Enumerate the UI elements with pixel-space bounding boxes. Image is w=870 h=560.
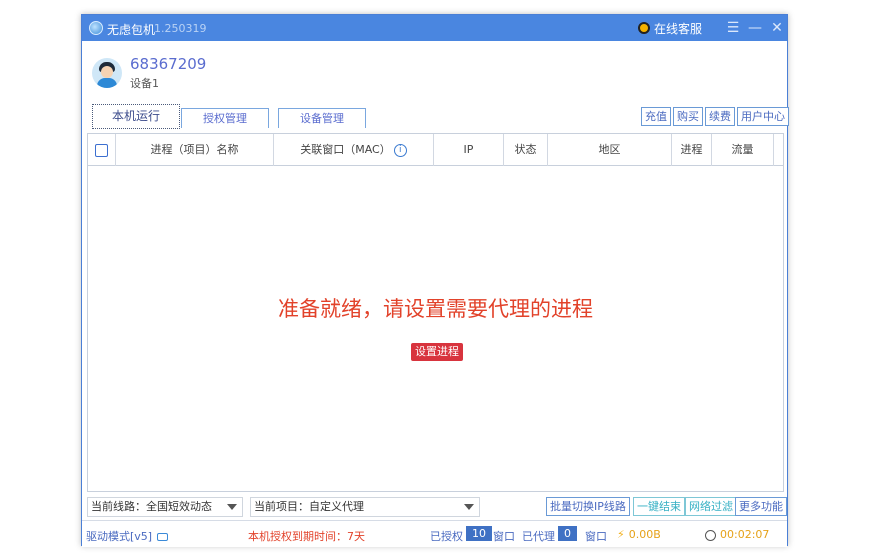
proxied-label: 已代理 [522,530,555,543]
table-header: 进程（项目）名称 关联窗口（MAC） i IP 状态 地区 进程 流量 [88,134,783,166]
online-support-label: 在线客服 [654,21,703,36]
project-select[interactable]: 当前项目：自定义代理 [250,497,480,517]
process-table: 进程（项目）名称 关联窗口（MAC） i IP 状态 地区 进程 流量 准备就绪，… [87,133,784,492]
driver-mode[interactable]: 驱动模式[v5] [86,528,169,544]
switch-icon [157,533,169,541]
proxied-window-label: 窗口 [585,530,607,543]
proxied-count: 0 [558,526,577,541]
select-all-cell [88,134,116,166]
authorized-window-label: 窗口 [493,530,515,543]
driver-mode-label: 驱动模式[v5] [86,530,153,543]
column-region[interactable]: 地区 [548,134,672,166]
empty-state-message: 准备就绪，请设置需要代理的进程 [278,297,593,321]
online-support-button[interactable]: 在线客服 [638,20,702,36]
purchase-button[interactable]: 购买 [673,107,703,126]
account-actions: 充值 购买 续费 用户中心 [639,107,789,126]
column-linked-window-label: 关联窗口（MAC） [300,143,391,156]
title-bar[interactable]: 无虑包机 1.250319 在线客服 ☰ — ✕ [82,15,787,41]
timer-value: 00:02:07 [720,528,770,541]
renew-button[interactable]: 续费 [705,107,735,126]
tab-device-management[interactable]: 设备管理 [278,108,366,128]
batch-switch-ip-button[interactable]: 批量切换IP线路 [546,497,630,516]
route-select[interactable]: 当前线路：全国短效动态 [87,497,243,517]
status-bar: 驱动模式[v5] 本机授权到期时间：7天 已授权 10 窗口 已代理 0 窗口 … [82,520,787,547]
avatar [92,58,122,88]
setup-process-button[interactable]: 设置进程 [411,343,463,361]
authorized-count: 10 [466,526,492,541]
license-expiry: 本机授权到期时间：7天 [248,530,365,543]
route-select-value: 当前线路：全国短效动态 [91,500,212,513]
project-select-value: 当前项目：自定义代理 [254,500,364,513]
user-center-button[interactable]: 用户中心 [737,107,789,126]
column-linked-window[interactable]: 关联窗口（MAC） i [274,134,434,166]
user-id: 68367209 [130,55,207,73]
uptime-timer: 00:02:07 [705,528,769,541]
column-process[interactable]: 进程 [672,134,712,166]
chevron-down-icon [227,504,237,510]
minimize-icon[interactable]: — [745,18,765,38]
clock-icon [705,529,716,541]
tab-license-management[interactable]: 授权管理 [181,108,269,128]
app-name: 无虑包机 [107,23,156,37]
authorized-label: 已授权 [430,530,463,543]
headset-icon [638,22,650,34]
network-filter-button[interactable]: 网络过滤 [685,497,737,516]
column-ip[interactable]: IP [434,134,504,166]
recharge-button[interactable]: 充值 [641,107,671,126]
column-status[interactable]: 状态 [504,134,548,166]
select-all-checkbox[interactable] [95,144,108,157]
traffic-total: ⚡ 0.00B [617,528,661,541]
menu-icon[interactable]: ☰ [723,18,743,38]
app-version: 1.250319 [154,22,207,35]
column-traffic[interactable]: 流量 [712,134,774,166]
main-window: 无虑包机 1.250319 在线客服 ☰ — ✕ 68367209 设备1 本机… [81,14,789,547]
bottom-toolbar: 当前线路：全国短效动态 当前项目：自定义代理 批量切换IP线路 一键结束 网络过… [87,497,787,517]
info-icon[interactable]: i [393,143,407,157]
end-all-button[interactable]: 一键结束 [633,497,685,516]
chevron-down-icon [464,504,474,510]
traffic-value: 0.00B [628,528,661,541]
close-icon[interactable]: ✕ [767,18,787,38]
column-process-name[interactable]: 进程（项目）名称 [116,134,274,166]
more-functions-button[interactable]: 更多功能 [735,497,787,516]
app-logo-icon [89,21,103,35]
device-name: 设备1 [130,77,159,90]
tab-local-run[interactable]: 本机运行 [92,104,180,129]
bolt-icon: ⚡ [617,528,625,541]
